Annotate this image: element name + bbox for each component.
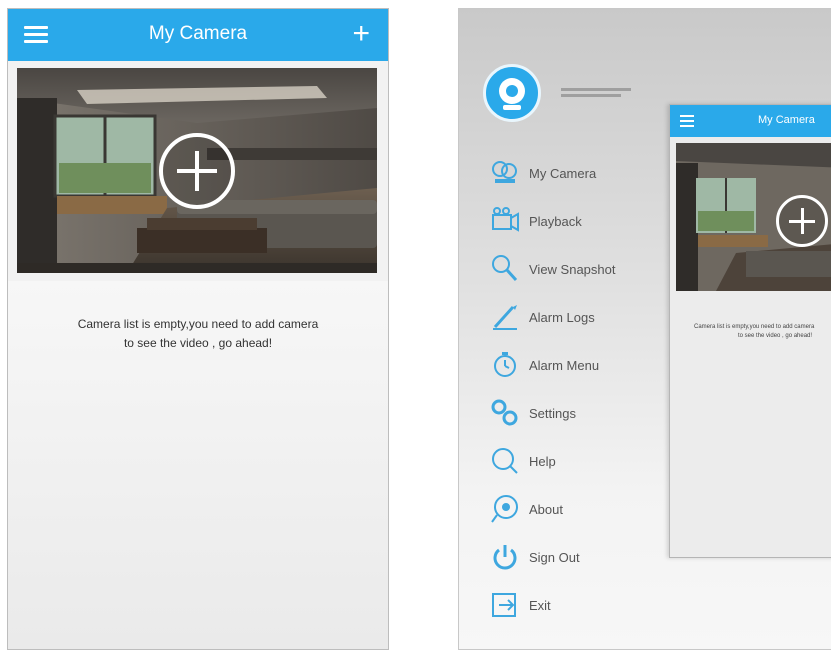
menu-item-label: About	[529, 501, 563, 517]
power-icon	[489, 541, 521, 573]
help-icon	[489, 445, 521, 477]
page-title: My Camera	[148, 23, 248, 44]
app-header: My Camera +	[8, 9, 388, 61]
main-screen: My Camera + Camera list is empty,you nee…	[7, 8, 389, 650]
hamburger-icon	[680, 115, 694, 130]
menu-item-help[interactable]: Help	[489, 437, 679, 485]
playback-icon	[489, 205, 521, 237]
menu-item-view-snapshot[interactable]: View Snapshot	[489, 245, 679, 293]
menu-item-alarm-menu[interactable]: Alarm Menu	[489, 341, 679, 389]
exit-icon	[489, 589, 521, 621]
menu-item-label: View Snapshot	[529, 261, 616, 277]
mini-app-header: My Camera	[670, 105, 831, 137]
menu-item-label: Help	[529, 453, 556, 469]
menu-item-about[interactable]: About	[489, 485, 679, 533]
alarm-menu-icon	[489, 349, 521, 381]
menu-item-playback[interactable]: Playback	[489, 197, 679, 245]
cameras-icon	[489, 157, 521, 189]
add-camera-icon	[776, 195, 828, 247]
alarm-logs-icon	[489, 301, 521, 333]
menu-item-label: My Camera	[529, 165, 597, 181]
empty-camera-message: Camera list is empty,you need to add cam…	[77, 317, 319, 350]
mini-page-title: My Camera	[758, 114, 815, 126]
settings-icon	[489, 397, 521, 429]
add-camera-button[interactable]: +	[352, 19, 370, 49]
menu-item-label: Playback	[529, 213, 582, 229]
menu-item-my-camera[interactable]: My Camera	[489, 149, 679, 197]
snapshot-icon	[489, 253, 521, 285]
menu-item-label: Alarm Menu	[529, 357, 600, 373]
drawer-screen: My Camera Playback View Snapshot Alarm L…	[458, 8, 831, 650]
mini-empty-message: Camera list is empty,you need to add cam…	[694, 324, 815, 339]
menu-item-alarm-logs[interactable]: Alarm Logs	[489, 293, 679, 341]
menu-item-label: Settings	[529, 405, 576, 421]
about-icon	[489, 493, 521, 525]
menu-item-label: Alarm Logs	[529, 309, 595, 325]
menu-item-label: Sign Out	[529, 549, 580, 565]
user-avatar[interactable]	[483, 64, 541, 122]
menu-item-label: Exit	[529, 597, 551, 613]
app-preview-behind-drawer[interactable]: My Camera Camera list is empty,you need …	[669, 104, 831, 558]
camera-preview-placeholder[interactable]	[17, 68, 377, 273]
menu-item-sign-out[interactable]: Sign Out	[489, 533, 679, 581]
menu-item-settings[interactable]: Settings	[489, 389, 679, 437]
add-camera-icon[interactable]	[159, 132, 235, 209]
menu-item-exit[interactable]: Exit	[489, 581, 679, 629]
nav-drawer-menu: My Camera Playback View Snapshot Alarm L…	[489, 149, 679, 629]
camera-icon	[499, 78, 525, 104]
username-redacted	[561, 88, 631, 100]
